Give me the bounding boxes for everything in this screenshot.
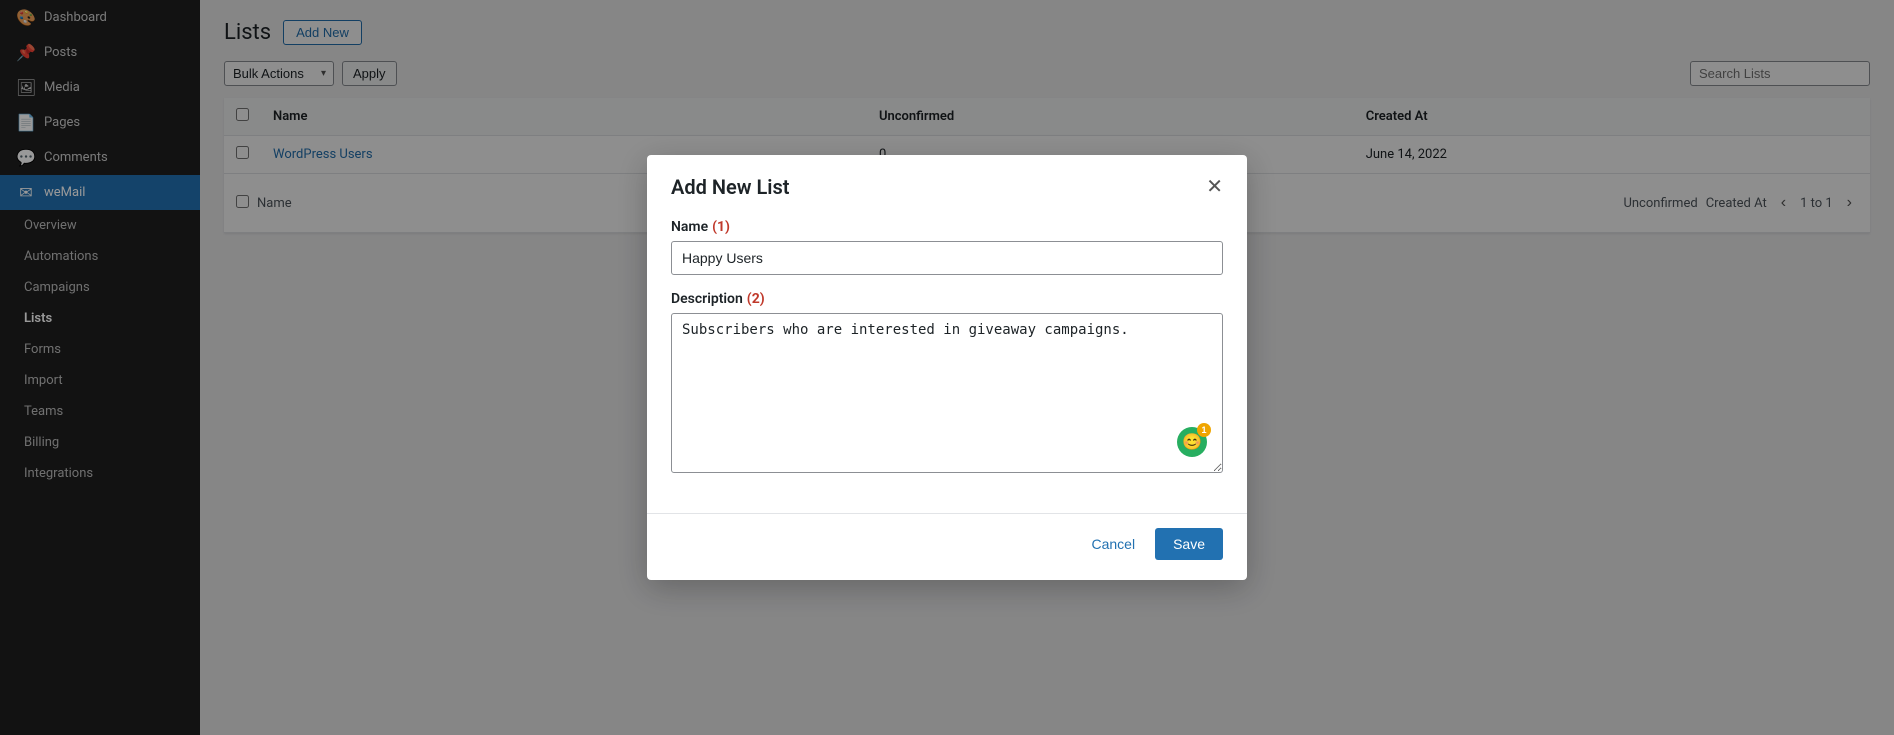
name-required-indicator: (1) <box>712 219 730 235</box>
name-label: Name (1) <box>671 219 1223 235</box>
emoji-badge: 1 <box>1197 423 1211 437</box>
name-field-group: Name (1) <box>671 219 1223 275</box>
list-description-textarea[interactable] <box>671 313 1223 473</box>
modal-overlay[interactable]: Add New List ✕ Name (1) Description (2) <box>0 0 1894 735</box>
cancel-button[interactable]: Cancel <box>1081 530 1145 558</box>
description-field-group: Description (2) 😊 1 <box>671 291 1223 477</box>
description-label: Description (2) <box>671 291 1223 307</box>
save-button[interactable]: Save <box>1155 528 1223 560</box>
add-new-list-modal: Add New List ✕ Name (1) Description (2) <box>647 155 1247 580</box>
modal-footer: Cancel Save <box>647 513 1247 580</box>
modal-header: Add New List ✕ <box>647 155 1247 215</box>
modal-body: Name (1) Description (2) 😊 1 <box>647 215 1247 513</box>
description-required-indicator: (2) <box>747 291 765 307</box>
modal-title: Add New List <box>671 175 790 199</box>
modal-close-button[interactable]: ✕ <box>1206 177 1223 197</box>
emoji-button[interactable]: 😊 1 <box>1177 427 1207 457</box>
list-name-input[interactable] <box>671 241 1223 275</box>
textarea-wrapper: 😊 1 <box>671 313 1223 477</box>
